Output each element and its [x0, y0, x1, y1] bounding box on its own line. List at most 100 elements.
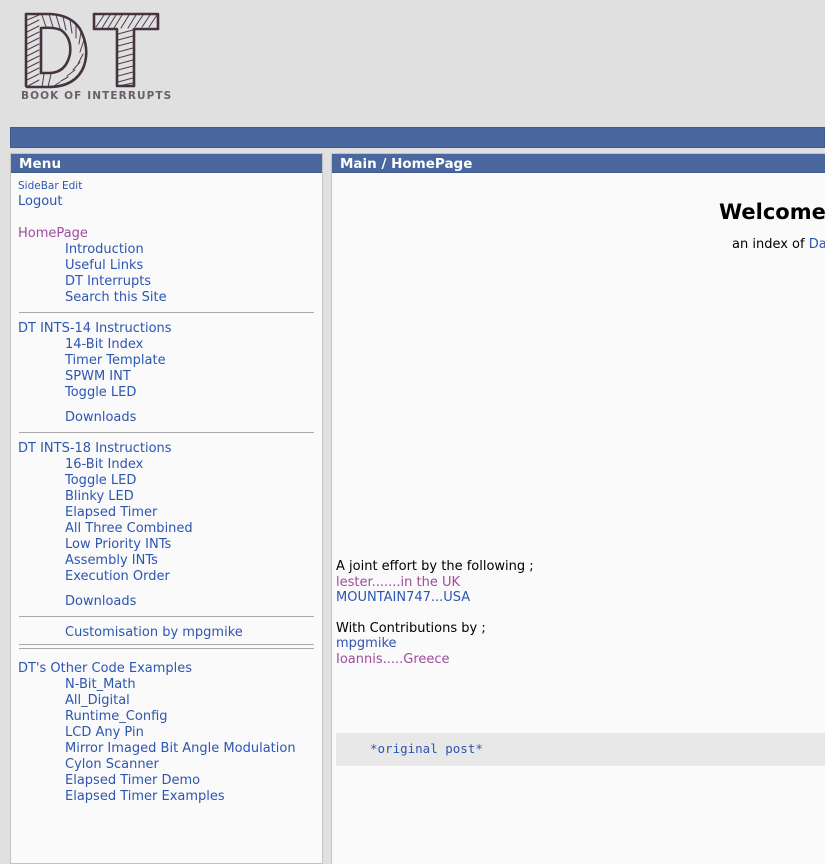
- sidebar-item-all-digital[interactable]: All_Digital: [18, 693, 315, 709]
- credit-person[interactable]: lester.......in the UK: [336, 575, 534, 591]
- credit-person[interactable]: Ioannis.....Greece: [336, 652, 534, 668]
- sidebar-item-runtime-config[interactable]: Runtime_Config: [18, 709, 315, 725]
- elapsed-timer-examples-link[interactable]: Elapsed Timer Examples: [65, 789, 225, 804]
- blinky-led-link[interactable]: Blinky LED: [65, 489, 134, 504]
- lcd-any-pin-link[interactable]: LCD Any Pin: [65, 725, 144, 740]
- contributions-label: With Contributions by ;: [336, 620, 486, 636]
- sidebar-item-timer-template[interactable]: Timer Template: [18, 353, 315, 369]
- main-breadcrumb-title: Main / HomePage: [332, 154, 825, 173]
- n-bit-math-link[interactable]: N-Bit_Math: [65, 677, 136, 692]
- other-code-examples-link[interactable]: DT's Other Code Examples: [18, 661, 192, 676]
- logo-subtitle: BOOK OF INTERRUPTS: [21, 90, 173, 102]
- sidebar-item-dt-interrupts[interactable]: DT Interrupts: [18, 274, 315, 290]
- all-digital-link[interactable]: All_Digital: [65, 693, 130, 708]
- runtime-config-link[interactable]: Runtime_Config: [65, 709, 168, 724]
- timer-template-link[interactable]: Timer Template: [65, 353, 166, 368]
- code-block-text: *original post*: [370, 741, 483, 756]
- sidebar-panel: Menu SideBar Edit Logout HomePage Introd…: [10, 153, 323, 864]
- credit-person[interactable]: mpgmike: [336, 636, 534, 652]
- sidebar-group-homepage: HomePage Introduction Useful Links DT In…: [18, 226, 315, 306]
- sidebar-item-low-priority-ints[interactable]: Low Priority INTs: [18, 537, 315, 553]
- main-content-body: Welcome to an index of Da A joint effort…: [332, 173, 825, 863]
- sidebar-item-execution-order[interactable]: Execution Order: [18, 569, 315, 585]
- sidebar-item-toggle-led-14[interactable]: Toggle LED: [18, 385, 315, 401]
- sidebar-item-elapsed-timer-examples[interactable]: Elapsed Timer Examples: [18, 789, 315, 805]
- sidebar-divider: [19, 648, 314, 649]
- welcome-subline: an index of Da: [732, 237, 825, 252]
- sidebar-item-useful-links[interactable]: Useful Links: [18, 258, 315, 274]
- joint-effort-label: A joint effort by the following ;: [336, 559, 534, 574]
- sidebar-item-downloads-18[interactable]: Downloads: [18, 594, 315, 610]
- elapsed-timer-demo-link[interactable]: Elapsed Timer Demo: [65, 773, 200, 788]
- toggle-led-18-link[interactable]: Toggle LED: [65, 473, 136, 488]
- sidebar-item-lcd-any-pin[interactable]: LCD Any Pin: [18, 725, 315, 741]
- sidebar-item-elapsed-timer[interactable]: Elapsed Timer: [18, 505, 315, 521]
- sidebar-item-customisation[interactable]: Customisation by mpgmike: [18, 625, 315, 641]
- homepage-link[interactable]: HomePage: [18, 226, 88, 241]
- dt-ints-14-link[interactable]: DT INTS-14 Instructions: [18, 321, 172, 336]
- sidebar-group-ints14: DT INTS-14 Instructions 14-Bit Index Tim…: [18, 321, 315, 426]
- sidebar-item-14-bit-index[interactable]: 14-Bit Index: [18, 337, 315, 353]
- sidebar-divider: [19, 312, 314, 313]
- sidebar-item-sidebar-edit[interactable]: SideBar Edit: [18, 179, 315, 193]
- sidebar-item-introduction[interactable]: Introduction: [18, 242, 315, 258]
- execution-order-link[interactable]: Execution Order: [65, 569, 170, 584]
- dt-ints-18-link[interactable]: DT INTS-18 Instructions: [18, 441, 172, 456]
- sidebar-item-logout[interactable]: Logout: [18, 194, 315, 210]
- sidebar-item-blinky-led[interactable]: Blinky LED: [18, 489, 315, 505]
- ioannis-link[interactable]: Ioannis.....Greece: [336, 652, 450, 667]
- credit-person[interactable]: MOUNTAIN747...USA: [336, 590, 534, 606]
- sidebar-item-toggle-led-18[interactable]: Toggle LED: [18, 473, 315, 489]
- customisation-link[interactable]: Customisation by mpgmike: [65, 625, 243, 640]
- credits-spacer: [336, 606, 534, 621]
- sidebar-item-dt-ints-18-instructions[interactable]: DT INTS-18 Instructions: [18, 441, 315, 457]
- spwm-int-link[interactable]: SPWM INT: [65, 369, 131, 384]
- mountain747-link[interactable]: MOUNTAIN747...USA: [336, 590, 470, 605]
- lester-link[interactable]: lester.......in the UK: [336, 575, 460, 590]
- sidebar-item-16-bit-index[interactable]: 16-Bit Index: [18, 457, 315, 473]
- sidebar-item-assembly-ints[interactable]: Assembly INTs: [18, 553, 315, 569]
- top-navigation-bar[interactable]: [10, 127, 825, 148]
- 16-bit-index-link[interactable]: 16-Bit Index: [65, 457, 143, 472]
- sidebar-group-other-examples: DT's Other Code Examples N-Bit_Math All_…: [18, 661, 315, 805]
- sidebar-edit-link[interactable]: SideBar Edit: [18, 180, 82, 192]
- credits-block: A joint effort by the following ; lester…: [336, 559, 534, 667]
- sidebar-item-homepage[interactable]: HomePage: [18, 226, 315, 242]
- elapsed-timer-link[interactable]: Elapsed Timer: [65, 505, 157, 520]
- sidebar-group-ints18: DT INTS-18 Instructions 16-Bit Index Tog…: [18, 441, 315, 610]
- downloads-14-link[interactable]: Downloads: [65, 410, 136, 425]
- sidebar-item-mirror-imaged-bam[interactable]: Mirror Imaged Bit Angle Modulation: [18, 741, 315, 757]
- assembly-ints-link[interactable]: Assembly INTs: [65, 553, 158, 568]
- mirror-imaged-bam-link[interactable]: Mirror Imaged Bit Angle Modulation: [65, 741, 296, 756]
- welcome-subline-link[interactable]: Da: [809, 237, 825, 252]
- sidebar-divider: [19, 644, 314, 645]
- mpgmike-link[interactable]: mpgmike: [336, 636, 397, 651]
- sidebar-item-all-three-combined[interactable]: All Three Combined: [18, 521, 315, 537]
- dt-interrupts-link[interactable]: DT Interrupts: [65, 274, 151, 289]
- sidebar-divider: [19, 432, 314, 433]
- sidebar-item-search-this-site[interactable]: Search this Site: [18, 290, 315, 306]
- main-content-panel: Main / HomePage Welcome to an index of D…: [331, 153, 825, 864]
- dt-logo-icon: [18, 8, 163, 90]
- all-three-combined-link[interactable]: All Three Combined: [65, 521, 193, 536]
- sidebar-item-cylon-scanner[interactable]: Cylon Scanner: [18, 757, 315, 773]
- useful-links-link[interactable]: Useful Links: [65, 258, 143, 273]
- downloads-18-link[interactable]: Downloads: [65, 594, 136, 609]
- low-priority-ints-link[interactable]: Low Priority INTs: [65, 537, 171, 552]
- sidebar-item-spwm-int[interactable]: SPWM INT: [18, 369, 315, 385]
- logout-link[interactable]: Logout: [18, 194, 63, 209]
- sidebar-item-other-code-examples[interactable]: DT's Other Code Examples: [18, 661, 315, 677]
- cylon-scanner-link[interactable]: Cylon Scanner: [65, 757, 159, 772]
- toggle-led-14-link[interactable]: Toggle LED: [65, 385, 136, 400]
- sidebar-body: SideBar Edit Logout HomePage Introductio…: [11, 173, 322, 805]
- sidebar-item-dt-ints-14-instructions[interactable]: DT INTS-14 Instructions: [18, 321, 315, 337]
- sidebar-item-elapsed-timer-demo[interactable]: Elapsed Timer Demo: [18, 773, 315, 789]
- search-this-site-link[interactable]: Search this Site: [65, 290, 167, 305]
- 14-bit-index-link[interactable]: 14-Bit Index: [65, 337, 143, 352]
- introduction-link[interactable]: Introduction: [65, 242, 144, 257]
- sidebar-item-downloads-14[interactable]: Downloads: [18, 410, 315, 426]
- sidebar-item-n-bit-math[interactable]: N-Bit_Math: [18, 677, 315, 693]
